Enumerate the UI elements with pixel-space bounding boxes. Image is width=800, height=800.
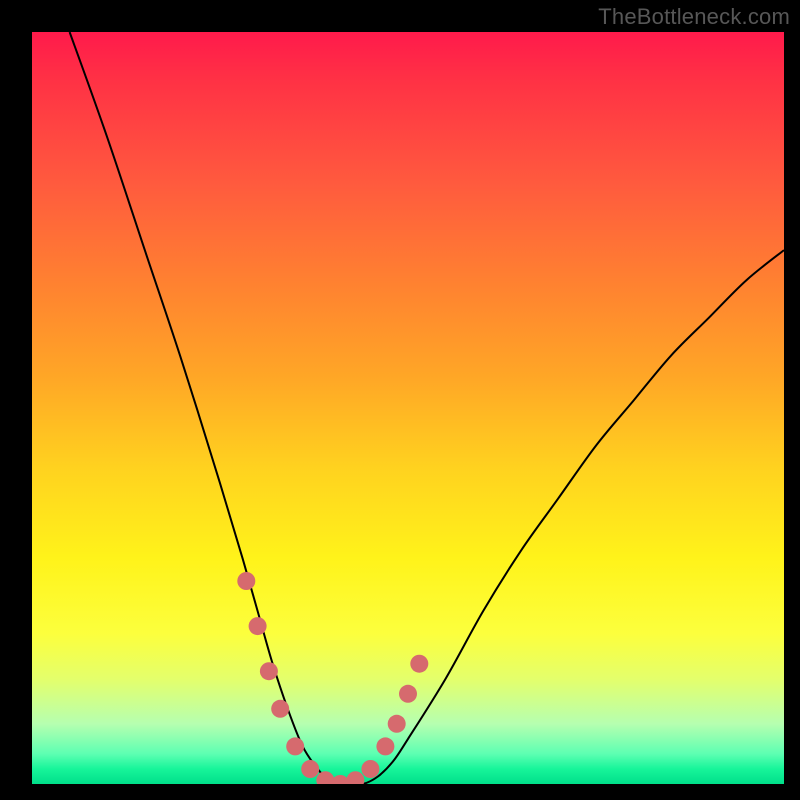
chart-container: TheBottleneck.com bbox=[0, 0, 800, 800]
plot-area bbox=[32, 32, 784, 784]
curve-marker bbox=[388, 715, 406, 733]
curve-marker bbox=[286, 737, 304, 755]
bottleneck-curve bbox=[70, 32, 784, 784]
curve-layer bbox=[32, 32, 784, 784]
attribution-text: TheBottleneck.com bbox=[598, 4, 790, 30]
curve-marker bbox=[260, 662, 278, 680]
curve-marker bbox=[410, 655, 428, 673]
curve-marker bbox=[301, 760, 319, 778]
curve-marker bbox=[376, 737, 394, 755]
curve-marker bbox=[361, 760, 379, 778]
curve-marker bbox=[271, 700, 289, 718]
curve-marker bbox=[399, 685, 417, 703]
curve-marker bbox=[346, 771, 364, 784]
curve-marker bbox=[237, 572, 255, 590]
curve-marker bbox=[249, 617, 267, 635]
